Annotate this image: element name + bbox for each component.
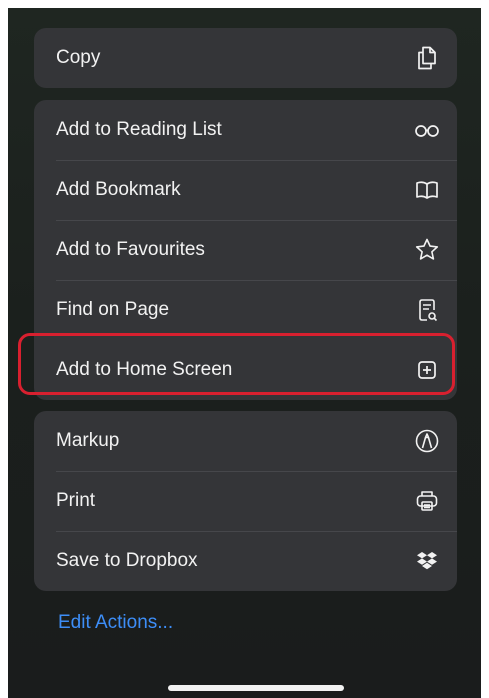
save-to-dropbox-action[interactable]: Save to Dropbox [34, 531, 457, 591]
add-to-reading-list-action[interactable]: Add to Reading List [34, 100, 457, 160]
markup-action[interactable]: Markup [34, 411, 457, 471]
find-document-icon [413, 296, 441, 324]
copy-label: Copy [56, 47, 101, 68]
save-to-dropbox-label: Save to Dropbox [56, 550, 198, 571]
add-bookmark-label: Add Bookmark [56, 179, 181, 200]
find-on-page-label: Find on Page [56, 299, 170, 320]
action-group-3: Markup Print Save to Dropbox [34, 411, 457, 591]
add-bookmark-action[interactable]: Add Bookmark [34, 160, 457, 220]
add-to-favourites-label: Add to Favourites [56, 239, 205, 260]
copy-action[interactable]: Copy [34, 28, 457, 88]
action-group-1: Copy [34, 28, 457, 88]
share-sheet: Copy Add to Reading List Add Bookmark Ad… [8, 8, 481, 698]
reading-glasses-icon [413, 116, 441, 144]
edit-actions-link[interactable]: Edit Actions... [58, 612, 173, 634]
action-group-2: Add to Reading List Add Bookmark Add to … [34, 100, 457, 400]
print-label: Print [56, 490, 96, 511]
add-to-home-screen-label: Add to Home Screen [56, 359, 233, 380]
copy-icon [413, 44, 441, 72]
dropbox-icon [413, 547, 441, 575]
add-to-home-screen-action[interactable]: Add to Home Screen [34, 340, 457, 400]
markup-pen-icon [413, 427, 441, 455]
star-icon [413, 236, 441, 264]
markup-label: Markup [56, 430, 120, 451]
find-on-page-action[interactable]: Find on Page [34, 280, 457, 340]
home-indicator[interactable] [168, 685, 344, 691]
printer-icon [413, 487, 441, 515]
add-to-reading-list-label: Add to Reading List [56, 119, 222, 140]
print-action[interactable]: Print [34, 471, 457, 531]
add-to-favourites-action[interactable]: Add to Favourites [34, 220, 457, 280]
plus-square-icon [413, 356, 441, 384]
book-icon [413, 176, 441, 204]
